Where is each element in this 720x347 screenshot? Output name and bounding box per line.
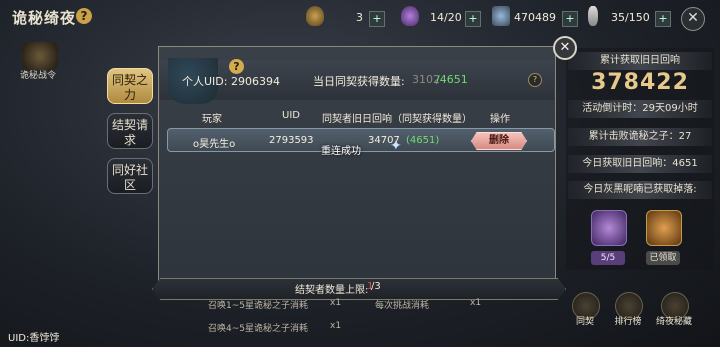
battle-pass-label: 诡秘战令 [20,71,57,81]
summon-qty-2: x1 [330,321,342,331]
feather-icon [588,6,598,26]
defeated-count: 累计击败诡秘之子：27 [568,128,712,146]
summon-cost-2: 召唤4~5星诡秘之子消耗 [208,324,308,334]
daily-gain-label: 当日同契获得数量: [313,75,405,88]
info-icon[interactable]: ? [528,73,542,87]
help-icon[interactable]: ? [76,8,92,24]
reward-item-icon[interactable] [646,210,682,246]
column-uid: UID [282,110,300,121]
covenant-limit-max: /3 [371,281,381,292]
currency-count: 470489 [514,11,556,24]
close-screen-button[interactable]: ✕ [681,7,705,31]
reward-item-badge: 已领取 [646,251,680,265]
add-stamina-button[interactable]: + [465,11,481,27]
summon-cost-1: 召唤1~5星诡秘之子消耗 [208,301,308,311]
tab-community[interactable]: 同好社区 [107,158,153,194]
column-player: 玩家 [202,114,222,125]
crystal-icon [492,6,510,26]
total-echo-label: 累计获取旧日回响 [568,52,712,70]
covenant-button-label[interactable]: 同契 [565,314,605,327]
add-resource-button[interactable]: + [369,11,385,27]
coin-bag-icon [306,6,324,26]
daily-gain-max: /4651 [436,73,468,86]
total-echo-value: 378422 [591,70,689,95]
tab-covenant-requests[interactable]: 结契请求 [107,113,153,149]
row-player: o昊先生o [193,139,236,150]
reconnect-toast: 重连成功 [321,146,361,157]
add-feather-button[interactable]: + [655,11,671,27]
today-drop-label: 今日灰黑呢喃已获取掉落: [568,181,712,199]
game-title: 诡秘绮夜 [12,9,77,27]
today-echo: 今日获取旧日回响：4651 [568,155,712,173]
close-panel-button[interactable]: ✕ [553,36,577,60]
player-uid: UID:香饽饽 [8,333,60,344]
tab-covenant-power[interactable]: 同契之力 [107,68,153,104]
challenge-qty: x1 [470,298,482,308]
whisper-item-icon[interactable] [591,210,627,246]
sparkle-icon: ✦ [390,138,402,154]
challenge-cost: 每次挑战消耗 [375,301,430,311]
column-action: 操作 [490,114,510,125]
column-echo: 同契者旧日回响（同契获得数量） [322,114,472,125]
potion-icon [401,6,419,26]
personal-uid: 个人UID: 2906394 [182,75,280,88]
whisper-item-badge: 5/5 [591,251,625,265]
feather-count: 35/150 [611,11,650,24]
covenant-limit-label: 结契者数量上限: [295,285,369,296]
resource-count: 3 [356,11,363,24]
add-currency-button[interactable]: + [562,11,578,27]
battle-pass-emblem-icon[interactable] [22,42,58,70]
panel-help-icon[interactable]: ? [229,59,244,74]
row-gain: (4651) [406,135,440,146]
treasure-button-label[interactable]: 绮夜秘藏 [654,314,694,327]
row-uid: 2793593 [269,135,314,146]
delete-button[interactable]: 删除 [471,132,527,150]
countdown-text: 活动倒计时：29天09小时 [568,100,712,118]
stamina-count: 14/20 [430,11,462,24]
leaderboard-button-label[interactable]: 排行榜 [608,314,648,327]
summon-qty-1: x1 [330,298,342,308]
